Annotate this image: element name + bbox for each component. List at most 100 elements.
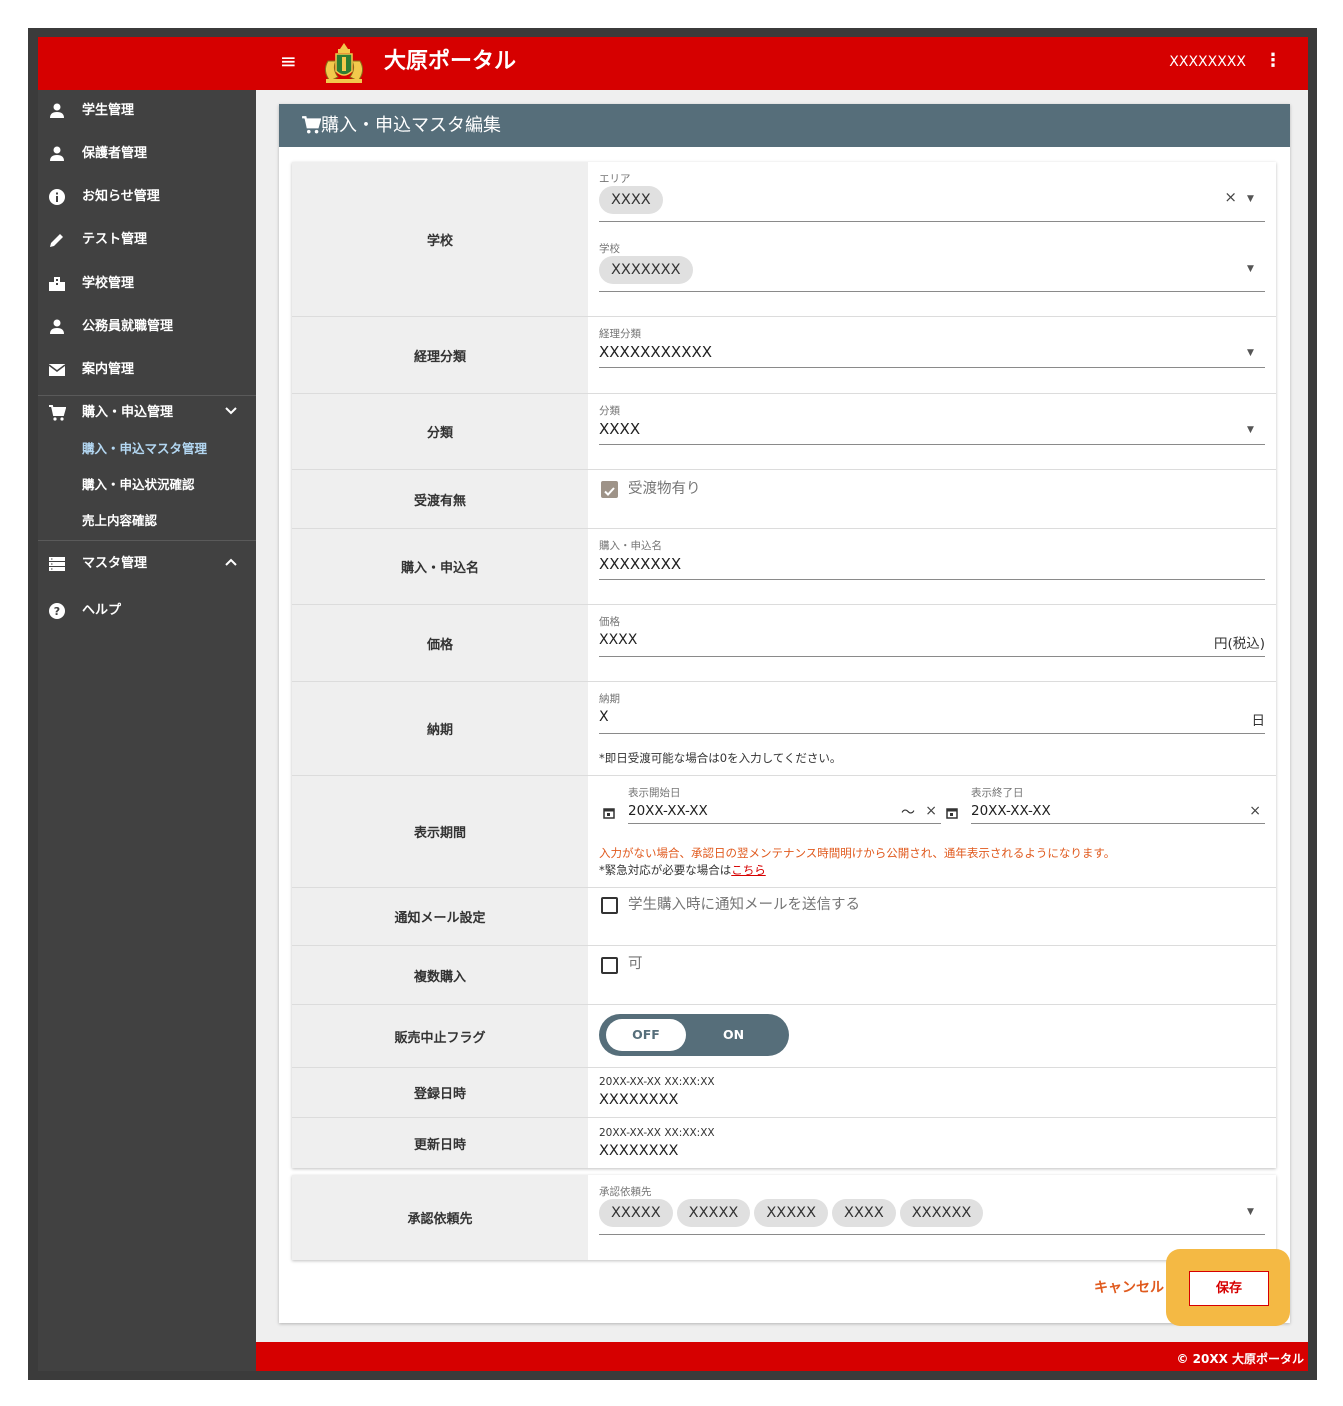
more-vert-icon[interactable]: ⋮ xyxy=(1264,49,1282,73)
sidebar-item-label: ヘルプ xyxy=(82,603,122,618)
footer: © 20XX 大原ポータル xyxy=(256,1342,1308,1371)
row-created: 登録日時 20XX-XX-XX XX:XX:XX XXXXXXXX xyxy=(292,1068,1276,1118)
row-name: 購入・申込名 購入・申込名 XXXXXXXX xyxy=(292,529,1276,605)
start-date-value: 20XX-XX-XX xyxy=(628,803,708,819)
sidebar-item-schools[interactable]: 学校管理 xyxy=(38,267,256,301)
delivery-checkbox-label: 受渡物有り xyxy=(628,481,701,497)
price-suffix: 円(税込) xyxy=(1213,636,1265,652)
row-stop-flag: 販売中止フラグ OFF ON xyxy=(292,1005,1276,1068)
cancel-button[interactable]: キャンセル xyxy=(1094,1278,1164,1298)
category-value: XXXX xyxy=(599,420,641,438)
sidebar-item-tests[interactable]: テスト管理 xyxy=(38,223,256,257)
calendar-icon[interactable] xyxy=(603,807,615,819)
mail-icon xyxy=(48,364,66,376)
dropdown-arrow-icon[interactable]: ▼ xyxy=(1247,194,1257,204)
row-label: 分類 xyxy=(292,394,588,469)
approval-form: 承認依頼先 承認依頼先 XXXXX XXXXX XXXXX XXXX XXXXXX ▼ xyxy=(292,1175,1276,1260)
school-select[interactable]: 学校 XXXXXXX ▼ xyxy=(599,242,1265,302)
row-updated: 更新日時 20XX-XX-XX XX:XX:XX XXXXXXXX xyxy=(292,1118,1276,1168)
dropdown-arrow-icon[interactable]: ▼ xyxy=(1247,425,1257,435)
name-input[interactable]: 購入・申込名 XXXXXXXX xyxy=(599,539,1265,595)
accounting-value: XXXXXXXXXXX xyxy=(599,343,713,361)
cart-icon xyxy=(49,405,66,421)
clear-icon[interactable]: × xyxy=(1224,188,1237,206)
app-bar: ≡ 大原ポータル XXXXXXXX ⋮ xyxy=(38,37,1308,90)
price-value: XXXX xyxy=(599,632,638,648)
clear-icon[interactable]: × xyxy=(1249,803,1261,819)
svg-text:?: ? xyxy=(54,605,60,618)
price-input[interactable]: 価格 XXXX 円(税込) xyxy=(599,615,1265,671)
chevron-down-icon[interactable] xyxy=(224,404,238,418)
row-label: 登録日時 xyxy=(292,1068,588,1117)
delivery-checkbox[interactable] xyxy=(601,481,618,498)
emergency-note: *緊急対応が必要な場合はこちら xyxy=(599,862,766,878)
page-title: 購入・申込マスタ編集 xyxy=(321,115,501,136)
sidebar-item-guides[interactable]: 案内管理 xyxy=(38,353,256,387)
accounting-select[interactable]: 経理分類 XXXXXXXXXXX ▼ xyxy=(599,327,1265,383)
sidebar-subitem-purchase-master[interactable]: 購入・申込マスタ管理 xyxy=(82,440,207,458)
user-name[interactable]: XXXXXXXX xyxy=(1169,53,1246,71)
field-underline xyxy=(599,579,1265,580)
field-caption: 価格 xyxy=(599,616,620,628)
row-label: 複数購入 xyxy=(292,946,588,1004)
sidebar-item-purchases[interactable]: 購入・申込管理 xyxy=(38,396,256,430)
save-button[interactable]: 保存 xyxy=(1189,1271,1269,1306)
sidebar-item-notices[interactable]: お知らせ管理 xyxy=(38,180,256,214)
multiple-checkbox[interactable] xyxy=(601,957,618,974)
sidebar-subitem-purchase-status[interactable]: 購入・申込状況確認 xyxy=(82,476,195,494)
row-label: 納期 xyxy=(292,682,588,775)
field-caption: 購入・申込名 xyxy=(599,540,662,552)
deadline-input[interactable]: 納期 X 日 xyxy=(599,692,1265,748)
sidebar-item-label: 案内管理 xyxy=(82,362,135,377)
name-value: XXXXXXXX xyxy=(599,555,682,573)
deadline-value: X xyxy=(599,709,609,725)
row-label: 購入・申込名 xyxy=(292,529,588,604)
row-label: 表示期間 xyxy=(292,776,588,887)
start-date-input[interactable]: 表示開始日 20XX-XX-XX ～ × xyxy=(628,786,941,830)
row-label: 価格 xyxy=(292,605,588,681)
sidebar-item-master[interactable]: マスタ管理 xyxy=(38,547,256,581)
dropdown-arrow-icon[interactable]: ▼ xyxy=(1247,264,1257,274)
cart-icon xyxy=(302,116,321,134)
multiple-checkbox-label: 可 xyxy=(628,956,643,972)
master-form: 学校 エリア XXXX × ▼ 学校 XXXXXXX ▼ 経理分類 経理分類 X… xyxy=(292,162,1276,1168)
area-select[interactable]: エリア XXXX × ▼ xyxy=(599,172,1265,232)
sidebar-item-label: 購入・申込管理 xyxy=(82,405,174,420)
clear-icon[interactable]: × xyxy=(925,803,937,819)
display-period-warning: 入力がない場合、承認日の翌メンテナンス時間明けから公開され、通年表示されるように… xyxy=(599,846,1116,860)
field-caption: 学校 xyxy=(599,243,620,255)
row-label: 更新日時 xyxy=(292,1118,588,1168)
dropdown-arrow-icon[interactable]: ▼ xyxy=(1247,1207,1257,1217)
row-accounting: 経理分類 経理分類 XXXXXXXXXXX ▼ xyxy=(292,317,1276,394)
category-select[interactable]: 分類 XXXX ▼ xyxy=(599,404,1265,460)
notify-checkbox[interactable] xyxy=(601,897,618,914)
app-title: 大原ポータル xyxy=(384,49,517,74)
field-caption: 承認依頼先 xyxy=(599,1186,652,1198)
sidebar-subitem-sales[interactable]: 売上内容確認 xyxy=(82,512,157,530)
created-user: XXXXXXXX xyxy=(599,1092,679,1108)
end-date-input[interactable]: 表示終了日 20XX-XX-XX × xyxy=(971,786,1265,830)
row-approval: 承認依頼先 承認依頼先 XXXXX XXXXX XXXXX XXXX XXXXXX ▼ xyxy=(292,1175,1276,1260)
emergency-link[interactable]: こちら xyxy=(731,863,766,877)
field-underline xyxy=(599,656,1265,657)
sidebar-divider xyxy=(38,540,256,541)
approval-select[interactable]: 承認依頼先 XXXXX XXXXX XXXXX XXXX XXXXXX ▼ xyxy=(599,1185,1265,1245)
sidebar-item-help[interactable]: ? ヘルプ xyxy=(38,594,256,628)
updated-user: XXXXXXXX xyxy=(599,1143,679,1159)
sidebar-item-students[interactable]: 学生管理 xyxy=(38,94,256,128)
row-label: 承認依頼先 xyxy=(292,1175,588,1260)
sidebar: 学生管理 保護者管理 お知らせ管理 テスト管理 学校管理 公務員就職管理 案内管… xyxy=(38,90,256,1371)
hamburger-menu-icon[interactable]: ≡ xyxy=(280,51,300,71)
stop-flag-toggle[interactable]: OFF ON xyxy=(599,1014,789,1056)
sidebar-item-guardians[interactable]: 保護者管理 xyxy=(38,137,256,171)
calendar-icon[interactable] xyxy=(946,807,958,819)
toggle-off-option[interactable]: OFF xyxy=(606,1019,686,1051)
dropdown-arrow-icon[interactable]: ▼ xyxy=(1247,348,1257,358)
sidebar-item-civil-service[interactable]: 公務員就職管理 xyxy=(38,310,256,344)
field-caption: 分類 xyxy=(599,405,620,417)
toggle-on-option[interactable]: ON xyxy=(723,1019,744,1051)
sidebar-item-label: 公務員就職管理 xyxy=(82,319,174,334)
chevron-up-icon[interactable] xyxy=(224,555,238,569)
area-chip: XXXX xyxy=(599,186,663,214)
sidebar-item-label: テスト管理 xyxy=(82,232,148,247)
